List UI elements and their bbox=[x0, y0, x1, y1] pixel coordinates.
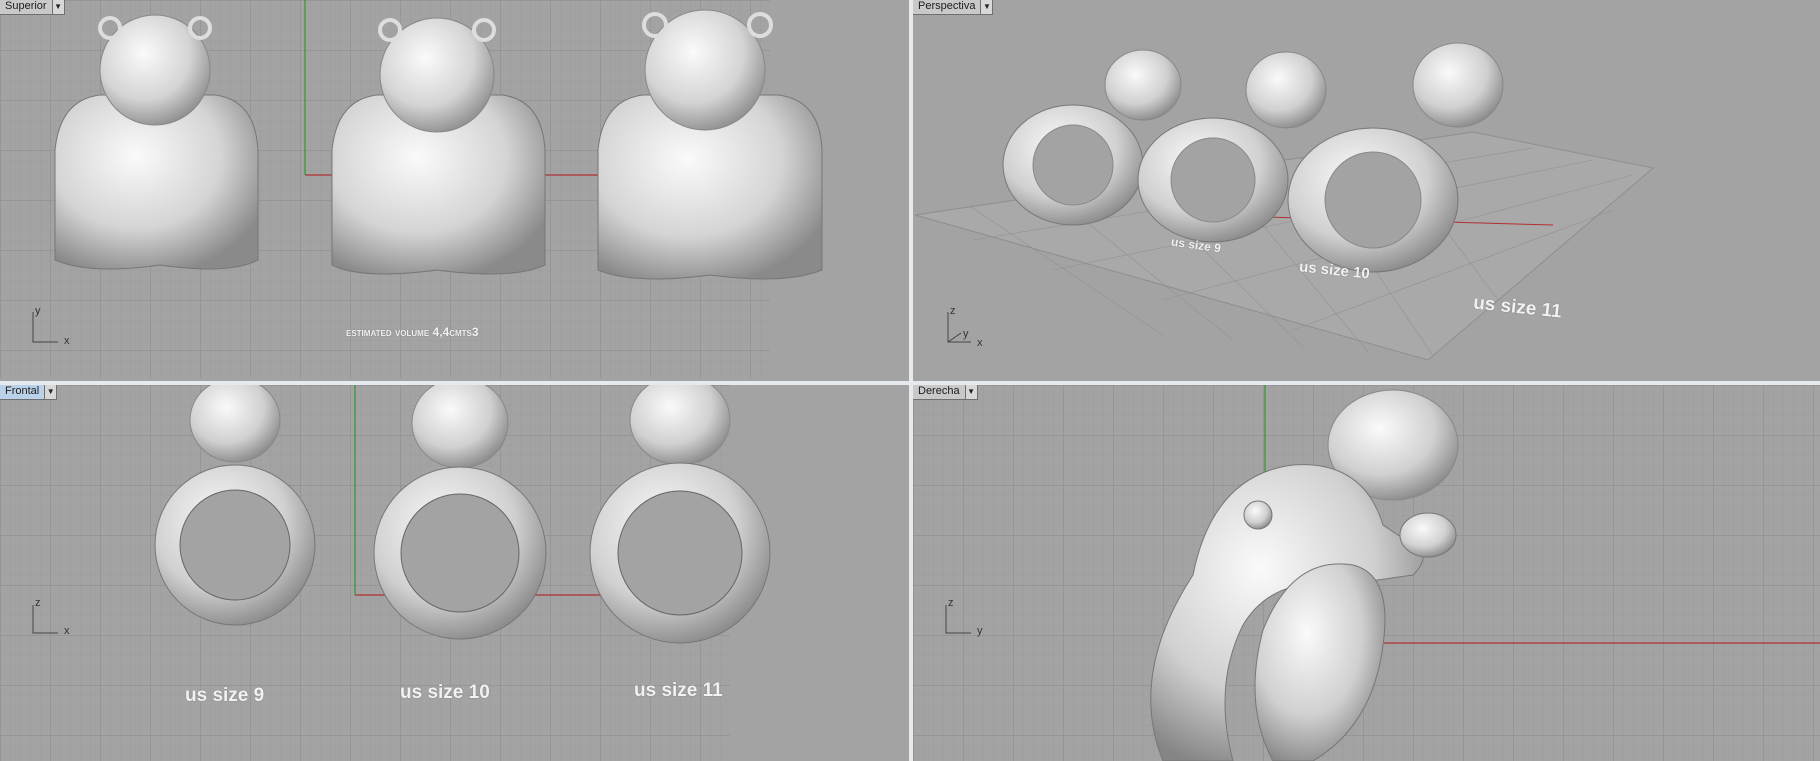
axis-label-z: z bbox=[950, 305, 956, 317]
axis-label-x: x bbox=[64, 335, 70, 347]
front-size-label-10: us size 10 bbox=[400, 682, 490, 703]
viewport-tab-perspective[interactable]: Perspectiva ▼ bbox=[913, 0, 994, 15]
axis-label-y: y bbox=[35, 305, 41, 317]
dropdown-arrow-icon[interactable]: ▼ bbox=[51, 0, 64, 14]
perspective-viewport-canvas bbox=[914, 42, 1655, 361]
viewport-front[interactable]: us size 9 us size 10 us size 11 z x Fron… bbox=[0, 385, 909, 761]
viewport-perspective[interactable]: us size 9 us size 10 us size 11 z y x Pe… bbox=[913, 0, 1820, 381]
axis-label-y: y bbox=[977, 625, 983, 637]
viewport-tab-front[interactable]: Frontal ▼ bbox=[0, 385, 58, 400]
viewport-top[interactable]: estimated volume 4,4cmts3 y x Superior ▼ bbox=[0, 0, 909, 381]
viewport-title: Superior bbox=[5, 0, 47, 12]
top-viewport-canvas bbox=[0, 0, 823, 378]
viewport-title: Frontal bbox=[5, 385, 40, 397]
axis-label-z: z bbox=[948, 597, 954, 609]
axis-label-y: y bbox=[963, 328, 969, 340]
viewport-right[interactable]: z y Derecha ▼ bbox=[913, 385, 1820, 761]
dropdown-arrow-icon[interactable]: ▼ bbox=[44, 385, 57, 399]
viewport-title: Perspectiva bbox=[918, 0, 976, 12]
front-size-label-9: us size 9 bbox=[185, 685, 265, 706]
viewport-title: Derecha bbox=[918, 385, 960, 397]
front-size-label-11: us size 11 bbox=[634, 680, 723, 701]
viewport-tab-top[interactable]: Superior ▼ bbox=[0, 0, 65, 15]
dropdown-arrow-icon[interactable]: ▼ bbox=[964, 385, 977, 399]
front-viewport-canvas bbox=[0, 385, 771, 761]
volume-annotation: estimated volume 4,4cmts3 bbox=[346, 325, 479, 339]
viewport-tab-right[interactable]: Derecha ▼ bbox=[913, 385, 978, 400]
dropdown-arrow-icon[interactable]: ▼ bbox=[980, 0, 993, 14]
axis-label-z: z bbox=[35, 597, 41, 609]
axis-label-x: x bbox=[64, 625, 70, 637]
axis-label-x: x bbox=[977, 337, 983, 349]
right-viewport-canvas bbox=[913, 385, 1820, 761]
